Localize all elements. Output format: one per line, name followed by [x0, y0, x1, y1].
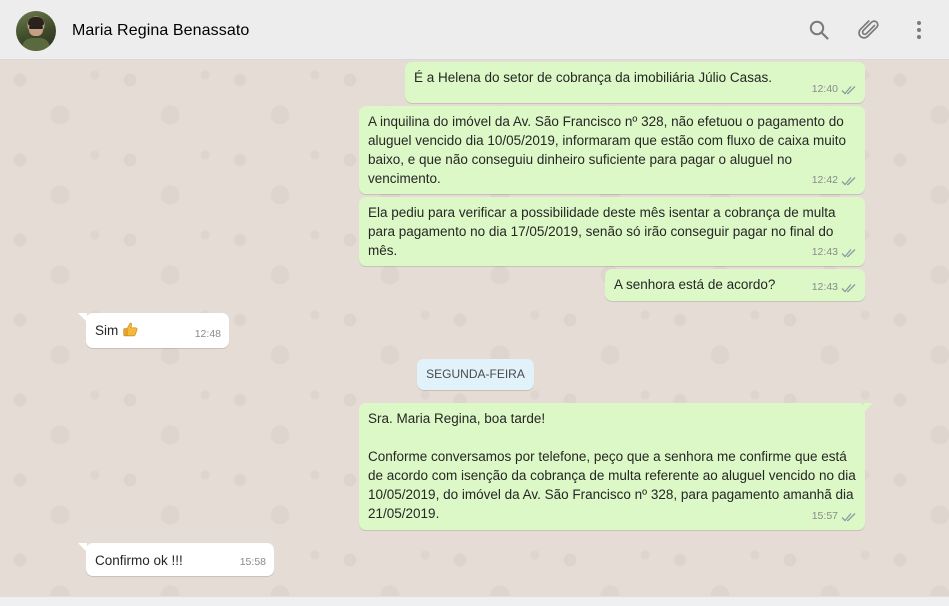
bubble-tail	[78, 543, 87, 552]
contact-name[interactable]: Maria Regina Benassato	[72, 22, 249, 40]
message-text: Ela pediu para verificar a possibilidade…	[368, 205, 840, 258]
avatar-hair-shape	[28, 17, 44, 26]
read-ticks-icon	[841, 176, 856, 185]
avatar-glasses-shape	[29, 26, 43, 29]
message-meta: 12:40	[812, 80, 857, 99]
message-outgoing[interactable]: É a Helena do setor de cobrança da imobi…	[405, 62, 865, 103]
message-meta: 15:57	[812, 507, 857, 526]
contact-avatar[interactable]	[16, 11, 56, 51]
attach-icon[interactable]	[857, 18, 881, 42]
message-outgoing[interactable]: Ela pediu para verificar a possibilidade…	[359, 197, 865, 266]
message-meta: 15:58	[240, 553, 266, 572]
message-meta: 12:43	[812, 278, 857, 297]
read-ticks-icon	[841, 85, 856, 94]
menu-icon[interactable]	[907, 18, 931, 42]
message-outgoing[interactable]: A senhora está de acordo? 12:43	[605, 269, 865, 301]
bubble-tail	[864, 403, 873, 412]
avatar-body-shape	[22, 38, 50, 51]
read-ticks-icon	[841, 248, 856, 257]
message-text: Sra. Maria Regina, boa tarde! Conforme c…	[368, 411, 856, 521]
message-incoming[interactable]: Sim 12:48	[78, 313, 229, 348]
message-time: 12:42	[811, 174, 838, 186]
read-ticks-icon	[841, 283, 856, 292]
message-outgoing[interactable]: Sra. Maria Regina, boa tarde! Conforme c…	[359, 403, 873, 530]
message-meta: 12:42	[812, 171, 857, 190]
message-text: Confirmo ok !!!	[95, 553, 183, 568]
compose-bar-edge	[0, 596, 949, 606]
day-separator: SEGUNDA-FEIRA	[417, 359, 534, 390]
message-time: 12:40	[811, 83, 838, 95]
bubble-tail	[78, 313, 87, 322]
message-time: 12:48	[194, 328, 221, 340]
chat-header: Maria Regina Benassato	[0, 0, 949, 60]
message-time: 12:43	[811, 246, 838, 258]
message-meta: 12:48	[195, 325, 221, 344]
message-text: Sim	[95, 323, 119, 338]
message-text: A inquilina do imóvel da Av. São Francis…	[368, 114, 850, 186]
chat-panel[interactable]: É a Helena do setor de cobrança da imobi…	[0, 60, 949, 596]
search-icon[interactable]	[807, 18, 831, 42]
message-text: É a Helena do setor de cobrança da imobi…	[414, 70, 772, 85]
thumbs-up-icon	[123, 322, 138, 337]
message-time: 15:58	[239, 556, 266, 568]
message-meta: 12:43	[812, 243, 857, 262]
message-outgoing[interactable]: A inquilina do imóvel da Av. São Francis…	[359, 106, 865, 194]
message-incoming[interactable]: Confirmo ok !!! 15:58	[78, 543, 274, 576]
message-time: 15:57	[811, 510, 838, 522]
message-time: 12:43	[811, 281, 838, 293]
read-ticks-icon	[841, 512, 856, 521]
